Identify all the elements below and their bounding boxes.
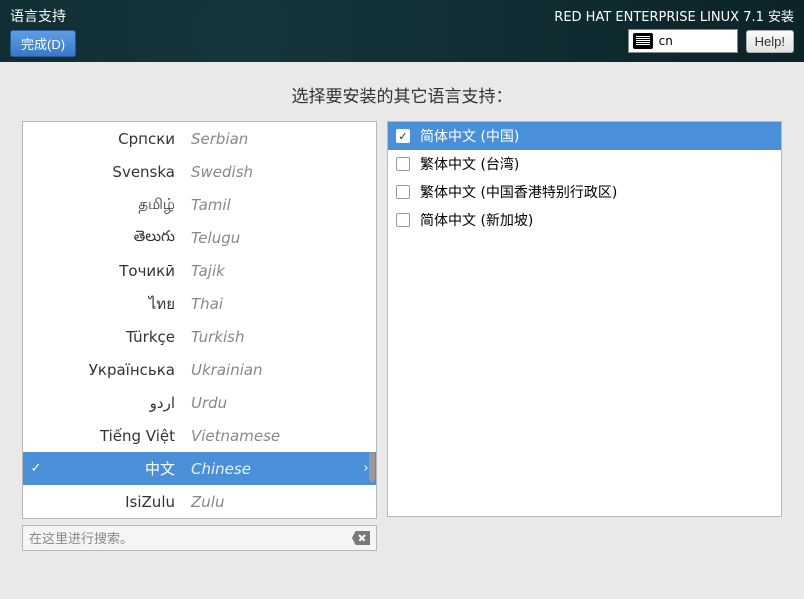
language-native-label: IsiZulu: [49, 493, 187, 511]
product-label: RED HAT ENTERPRISE LINUX 7.1 安装: [554, 6, 794, 25]
main-content: 选择要安装的其它语言支持： СрпскиSerbian›SvenskaSwedi…: [0, 62, 804, 563]
language-english-label: Urdu: [187, 394, 376, 412]
locale-row[interactable]: 繁体中文 (中国香港特别行政区): [388, 178, 781, 206]
locale-checkbox[interactable]: [396, 213, 410, 227]
page-heading: 选择要安装的其它语言支持：: [22, 82, 782, 107]
locale-checkbox[interactable]: [396, 157, 410, 171]
locale-label: 繁体中文 (中国香港特别行政区): [420, 182, 617, 202]
language-english-label: Serbian: [187, 130, 376, 148]
keyboard-icon: [633, 33, 653, 49]
screen-title: 语言支持: [10, 6, 76, 26]
language-english-label: Telugu: [187, 229, 376, 247]
help-button[interactable]: Help!: [746, 30, 794, 53]
scrollbar-thumb[interactable]: [369, 452, 375, 482]
language-native-label: اردو: [49, 394, 187, 412]
language-list[interactable]: СрпскиSerbian›SvenskaSwedish›தமிழ்Tamil›…: [23, 122, 376, 518]
language-english-label: Vietnamese: [187, 427, 376, 445]
language-native-label: Точикӣ: [49, 262, 187, 280]
language-row[interactable]: اردوUrdu›: [23, 386, 376, 419]
language-english-label: Thai: [187, 295, 376, 313]
locale-row[interactable]: 简体中文 (新加坡): [388, 206, 781, 234]
locale-checkbox[interactable]: [396, 185, 410, 199]
language-english-label: Tamil: [187, 196, 376, 214]
language-english-label: Tajik: [187, 262, 376, 280]
locale-checkbox[interactable]: [396, 129, 410, 143]
language-native-label: Српски: [49, 130, 187, 148]
language-row[interactable]: СрпскиSerbian›: [23, 122, 376, 155]
check-icon: ✓: [23, 461, 49, 476]
language-row[interactable]: ТочикӣTajik›: [23, 254, 376, 287]
search-box[interactable]: [22, 525, 377, 551]
language-native-label: Українська: [49, 361, 187, 379]
language-list-panel: СрпскиSerbian›SvenskaSwedish›தமிழ்Tamil›…: [22, 121, 377, 519]
language-native-label: Türkçe: [49, 328, 187, 346]
language-row[interactable]: ไทยThai›: [23, 287, 376, 320]
keyboard-indicator[interactable]: cn: [628, 29, 738, 53]
done-button[interactable]: 完成(D): [10, 30, 76, 57]
language-row[interactable]: తెలుగుTelugu›: [23, 221, 376, 254]
language-row[interactable]: Tiếng ViệtVietnamese›: [23, 419, 376, 452]
locale-row[interactable]: 繁体中文 (台湾): [388, 150, 781, 178]
language-row[interactable]: IsiZuluZulu›: [23, 485, 376, 518]
language-native-label: 中文: [49, 458, 187, 479]
locale-label: 简体中文 (中国): [420, 126, 519, 146]
keyboard-layout-label: cn: [659, 34, 673, 48]
search-input[interactable]: [29, 531, 352, 546]
language-row[interactable]: ✓中文Chinese›: [23, 452, 376, 485]
language-row[interactable]: தமிழ்Tamil›: [23, 188, 376, 221]
locale-row[interactable]: 简体中文 (中国): [388, 122, 781, 150]
language-english-label: Ukrainian: [187, 361, 376, 379]
language-native-label: ไทย: [49, 292, 187, 316]
language-native-label: தமிழ்: [49, 195, 187, 215]
language-native-label: Svenska: [49, 163, 187, 181]
language-english-label: Zulu: [187, 493, 376, 511]
language-row[interactable]: TürkçeTurkish›: [23, 320, 376, 353]
language-english-label: Swedish: [187, 163, 376, 181]
language-row[interactable]: УкраїнськаUkrainian›: [23, 353, 376, 386]
locale-label: 简体中文 (新加坡): [420, 210, 533, 230]
top-bar: 语言支持 完成(D) RED HAT ENTERPRISE LINUX 7.1 …: [0, 0, 804, 62]
language-english-label: Chinese: [187, 460, 356, 478]
locale-list-panel: 简体中文 (中国) 繁体中文 (台湾) 繁体中文 (中国香港特别行政区) 简体中文 (…: [387, 121, 782, 517]
language-english-label: Turkish: [187, 328, 376, 346]
language-row[interactable]: SvenskaSwedish›: [23, 155, 376, 188]
clear-search-icon[interactable]: [352, 531, 370, 545]
locale-label: 繁体中文 (台湾): [420, 154, 519, 174]
language-native-label: Tiếng Việt: [49, 427, 187, 445]
scrollbar[interactable]: [368, 122, 376, 518]
language-native-label: తెలుగు: [49, 227, 187, 249]
